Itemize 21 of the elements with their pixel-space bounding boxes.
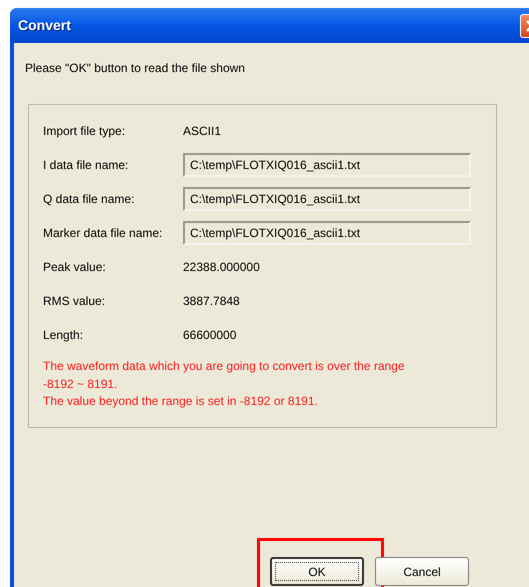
dialog-button[interactable]: Cancel (375, 557, 469, 586)
file-name-field[interactable]: C:\temp\FLOTXIQ016_ascii1.txt (183, 153, 471, 177)
field-label: Import file type: (43, 123, 126, 140)
dialog-button[interactable]: OK (270, 557, 364, 586)
value-text: ASCII1 (183, 123, 222, 140)
instruction-text: Please "OK" button to read the file shown (25, 61, 246, 75)
warning-text: The value beyond the range is set in -8192 or 8191. (43, 393, 319, 410)
file-name-field[interactable]: C:\temp\FLOTXIQ016_ascii1.txt (183, 187, 471, 211)
field-label: I data file name: (43, 157, 130, 174)
window-title: Convert (18, 16, 72, 35)
value-text: 22388.000000 (183, 259, 260, 276)
field-label: Length: (43, 327, 84, 344)
field-label: Marker data file name: (43, 225, 164, 242)
field-label: Q data file name: (43, 191, 136, 208)
warning-text: -8192 ~ 8191. (43, 376, 118, 392)
file-name-field[interactable]: C:\temp\FLOTXIQ016_ascii1.txt (183, 221, 471, 245)
value-text: 3887.7848 (183, 293, 240, 310)
warning-text: The waveform data which you are going to convert is over the range (43, 358, 406, 375)
value-text: 66600000 (183, 327, 236, 344)
field-label: RMS value: (43, 293, 106, 310)
field-label: Peak value: (43, 259, 107, 276)
